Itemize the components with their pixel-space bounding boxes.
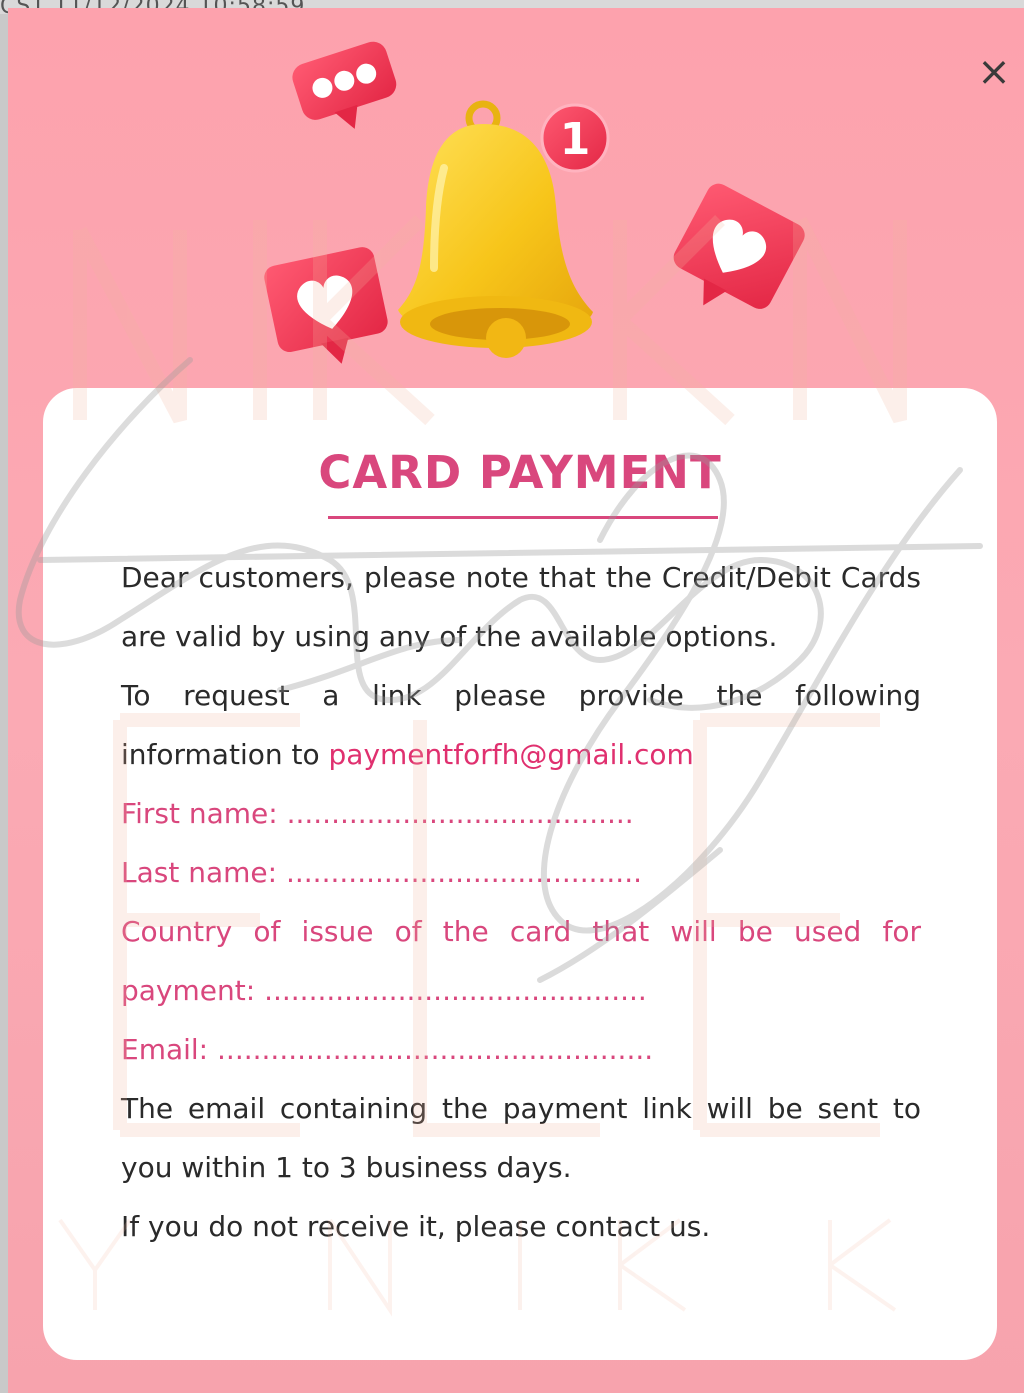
field-label: Last name: (121, 856, 278, 889)
field-dots: ........................................… (264, 974, 647, 1007)
heart-bubble-icon (264, 247, 388, 364)
card-payment-modal: × 1 CARD PAYMENT Dear customers, please … (8, 8, 1024, 1393)
request-paragraph: To request a link please provide the fol… (121, 666, 921, 784)
field-first-name: First name: ............................… (121, 784, 921, 843)
intro-paragraph: Dear customers, please note that the Cre… (121, 561, 921, 653)
screen: CST 11/12/2024 10:58:59 × (0, 0, 1024, 1393)
contact-paragraph: If you do not receive it, please contact… (121, 1210, 711, 1243)
field-label: First name: (121, 797, 278, 830)
page-title: CARD PAYMENT (318, 446, 722, 499)
field-label: Email: (121, 1033, 209, 1066)
field-email: Email: .................................… (121, 1020, 921, 1079)
heart-bubble-icon (673, 183, 805, 309)
notification-illustration: 1 (264, 41, 805, 364)
field-country: Country of issue of the card that will b… (121, 902, 921, 1020)
background-window-edge (0, 14, 8, 1393)
close-button[interactable]: × (974, 52, 1014, 92)
email-link[interactable]: paymentforfh@gmail.com (329, 738, 694, 771)
close-icon: × (977, 49, 1011, 95)
chat-bubble-icon (292, 41, 397, 129)
field-dots: ........................................… (217, 1033, 654, 1066)
field-dots: ....................................... (286, 797, 634, 830)
field-last-name: Last name: .............................… (121, 843, 921, 902)
card-body: Dear customers, please note that the Cre… (121, 548, 921, 1256)
delivery-paragraph: The email containing the payment link wi… (121, 1092, 921, 1184)
payment-info-card: CARD PAYMENT Dear customers, please note… (43, 388, 997, 1360)
notification-badge: 1 (540, 103, 610, 173)
title-underline (328, 516, 718, 519)
field-dots: ........................................ (285, 856, 642, 889)
badge-count: 1 (560, 114, 591, 165)
